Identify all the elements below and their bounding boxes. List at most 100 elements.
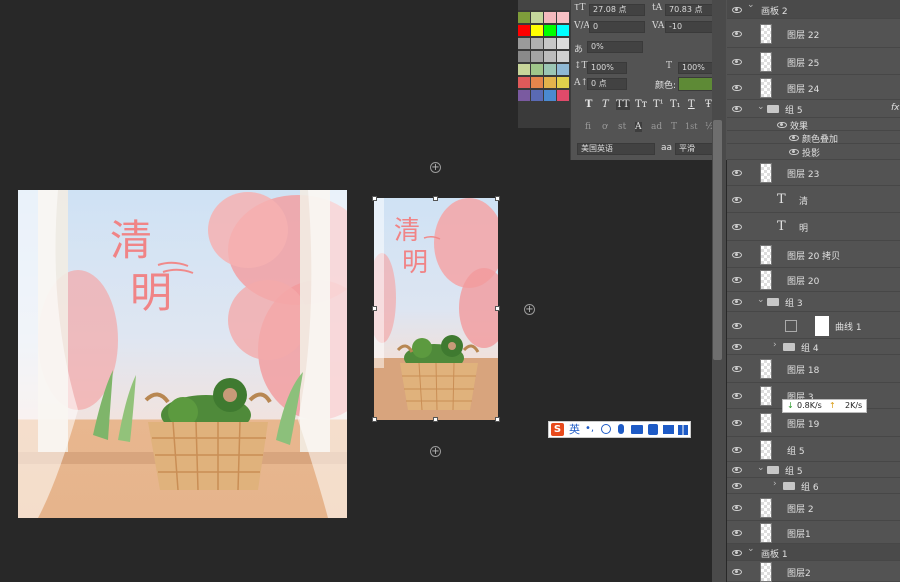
layer-row[interactable]: › 组 4 — [727, 339, 900, 355]
color-swatch[interactable] — [518, 77, 530, 88]
visibility-eye-icon[interactable] — [732, 467, 742, 473]
color-swatch[interactable] — [557, 25, 569, 36]
mic-icon[interactable] — [618, 424, 624, 434]
baseline-shift-field[interactable]: 0 点 — [587, 78, 627, 90]
visibility-eye-icon[interactable] — [732, 322, 742, 329]
transform-handle-br[interactable] — [495, 417, 500, 422]
layer-row[interactable]: 图层 20 拷贝 — [727, 241, 900, 268]
visibility-eye-icon[interactable] — [732, 30, 742, 37]
visibility-eye-icon[interactable] — [732, 568, 742, 575]
skin-icon[interactable] — [663, 425, 674, 434]
expand-chevron-icon[interactable]: › — [773, 340, 777, 350]
color-swatch[interactable] — [518, 90, 530, 101]
toolbox-icon[interactable] — [648, 424, 658, 435]
layer-row[interactable]: T清 — [727, 186, 900, 213]
visibility-eye-icon[interactable] — [732, 196, 742, 203]
expand-chevron-icon[interactable]: ⌄ — [747, 0, 755, 10]
expand-chevron-icon[interactable]: ⌄ — [757, 102, 765, 112]
color-swatch[interactable] — [531, 64, 543, 75]
all-caps-button[interactable]: TT — [616, 99, 630, 110]
color-swatch[interactable] — [544, 25, 556, 36]
transform-handle-mr[interactable] — [495, 306, 500, 311]
keyboard-icon[interactable] — [631, 425, 643, 434]
layer-row[interactable]: T明 — [727, 213, 900, 241]
color-swatch[interactable] — [518, 25, 530, 36]
visibility-eye-icon[interactable] — [732, 420, 742, 426]
strikethrough-button[interactable]: Ŧ — [705, 99, 712, 110]
color-swatch[interactable] — [531, 25, 543, 36]
visibility-eye-icon[interactable] — [732, 6, 742, 13]
stylistic-alternates-button[interactable]: A — [635, 122, 642, 132]
titling-alternates-button[interactable]: ad — [651, 122, 662, 132]
transform-handle-ml[interactable] — [372, 306, 377, 311]
visibility-eye-icon[interactable] — [732, 106, 742, 112]
effect-eye-icon[interactable] — [777, 121, 787, 128]
color-swatch[interactable] — [557, 77, 569, 88]
color-swatch[interactable] — [544, 51, 556, 62]
visibility-eye-icon[interactable] — [732, 58, 742, 65]
visibility-eye-icon[interactable] — [732, 277, 742, 283]
layer-row[interactable]: 曲线 1 — [727, 312, 900, 339]
effect-eye-icon[interactable] — [789, 134, 799, 141]
layer-row[interactable]: 效果 — [727, 118, 900, 132]
visibility-eye-icon[interactable] — [732, 549, 742, 556]
layer-row[interactable]: 图层 22 — [727, 19, 900, 48]
layer-row[interactable]: ⌄ 组 3 — [727, 292, 900, 312]
layer-row[interactable]: 投影 — [727, 144, 900, 160]
visibility-eye-icon[interactable] — [732, 299, 742, 305]
ime-toolbar[interactable]: S 英 •, — [548, 421, 691, 438]
color-swatch[interactable] — [531, 38, 543, 49]
color-swatch[interactable] — [531, 77, 543, 88]
layer-row[interactable]: 图层 25 — [727, 48, 900, 75]
underline-button[interactable]: T — [688, 99, 695, 110]
language-select[interactable]: 美国英语 — [577, 143, 655, 155]
expand-chevron-icon[interactable]: ⌄ — [747, 544, 755, 554]
layer-row[interactable]: › 组 6 — [727, 478, 900, 494]
discretionary-ligatures-button[interactable]: ơ — [602, 122, 607, 132]
layers-scroll-thumb[interactable] — [713, 120, 722, 360]
color-swatch[interactable] — [544, 77, 556, 88]
ime-logo-icon[interactable]: S — [551, 423, 564, 436]
visibility-eye-icon[interactable] — [732, 504, 742, 511]
fx-icon[interactable]: fx — [891, 103, 900, 113]
color-swatch[interactable] — [531, 12, 543, 23]
layer-row[interactable]: ⌄ 组 5 — [727, 462, 900, 478]
grid-icon[interactable] — [678, 425, 688, 435]
ime-mode-label[interactable]: 英 — [569, 423, 580, 437]
visibility-eye-icon[interactable] — [732, 529, 742, 536]
layer-row[interactable]: ⌄ 画板 1 — [727, 544, 900, 561]
add-artboard-right-icon[interactable]: + — [524, 304, 535, 315]
visibility-eye-icon[interactable] — [732, 84, 742, 91]
ligatures-button[interactable]: fi — [585, 122, 591, 132]
swash-button[interactable]: st — [618, 122, 626, 132]
superscript-button[interactable]: T¹ — [653, 99, 664, 110]
color-swatch[interactable] — [544, 38, 556, 49]
layer-row[interactable]: 图层 2 — [727, 494, 900, 521]
color-swatch[interactable] — [557, 90, 569, 101]
layer-row[interactable]: 图层 23 — [727, 160, 900, 186]
color-swatch[interactable] — [531, 90, 543, 101]
transform-handle-tl[interactable] — [372, 196, 377, 201]
visibility-eye-icon[interactable] — [732, 366, 742, 372]
layer-row[interactable]: ⌄ fx 组 5 — [727, 100, 900, 118]
color-swatch[interactable] — [557, 51, 569, 62]
kerning-field[interactable]: 0 — [589, 21, 645, 33]
ordinals-button[interactable]: T — [671, 122, 677, 132]
small-artboard[interactable]: 清 明 — [374, 198, 498, 420]
fractions-ordinal-button[interactable]: 1st — [685, 122, 697, 131]
layer-row[interactable]: 组 5 — [727, 437, 900, 462]
layer-row[interactable]: 颜色叠加 — [727, 131, 900, 145]
add-artboard-bottom-icon[interactable]: + — [430, 446, 441, 457]
transform-handle-bm[interactable] — [433, 417, 438, 422]
layer-row[interactable]: 图层1 — [727, 521, 900, 544]
effect-eye-icon[interactable] — [789, 149, 799, 155]
layer-row[interactable]: 图层2 — [727, 561, 900, 582]
color-swatch[interactable] — [518, 38, 530, 49]
punct-icon[interactable]: •, — [585, 424, 594, 434]
expand-chevron-icon[interactable]: › — [773, 479, 777, 489]
color-swatch[interactable] — [518, 12, 530, 23]
color-swatch[interactable] — [557, 38, 569, 49]
visibility-eye-icon[interactable] — [732, 393, 742, 399]
color-swatch[interactable] — [518, 64, 530, 75]
faux-bold-button[interactable]: T — [585, 99, 592, 110]
